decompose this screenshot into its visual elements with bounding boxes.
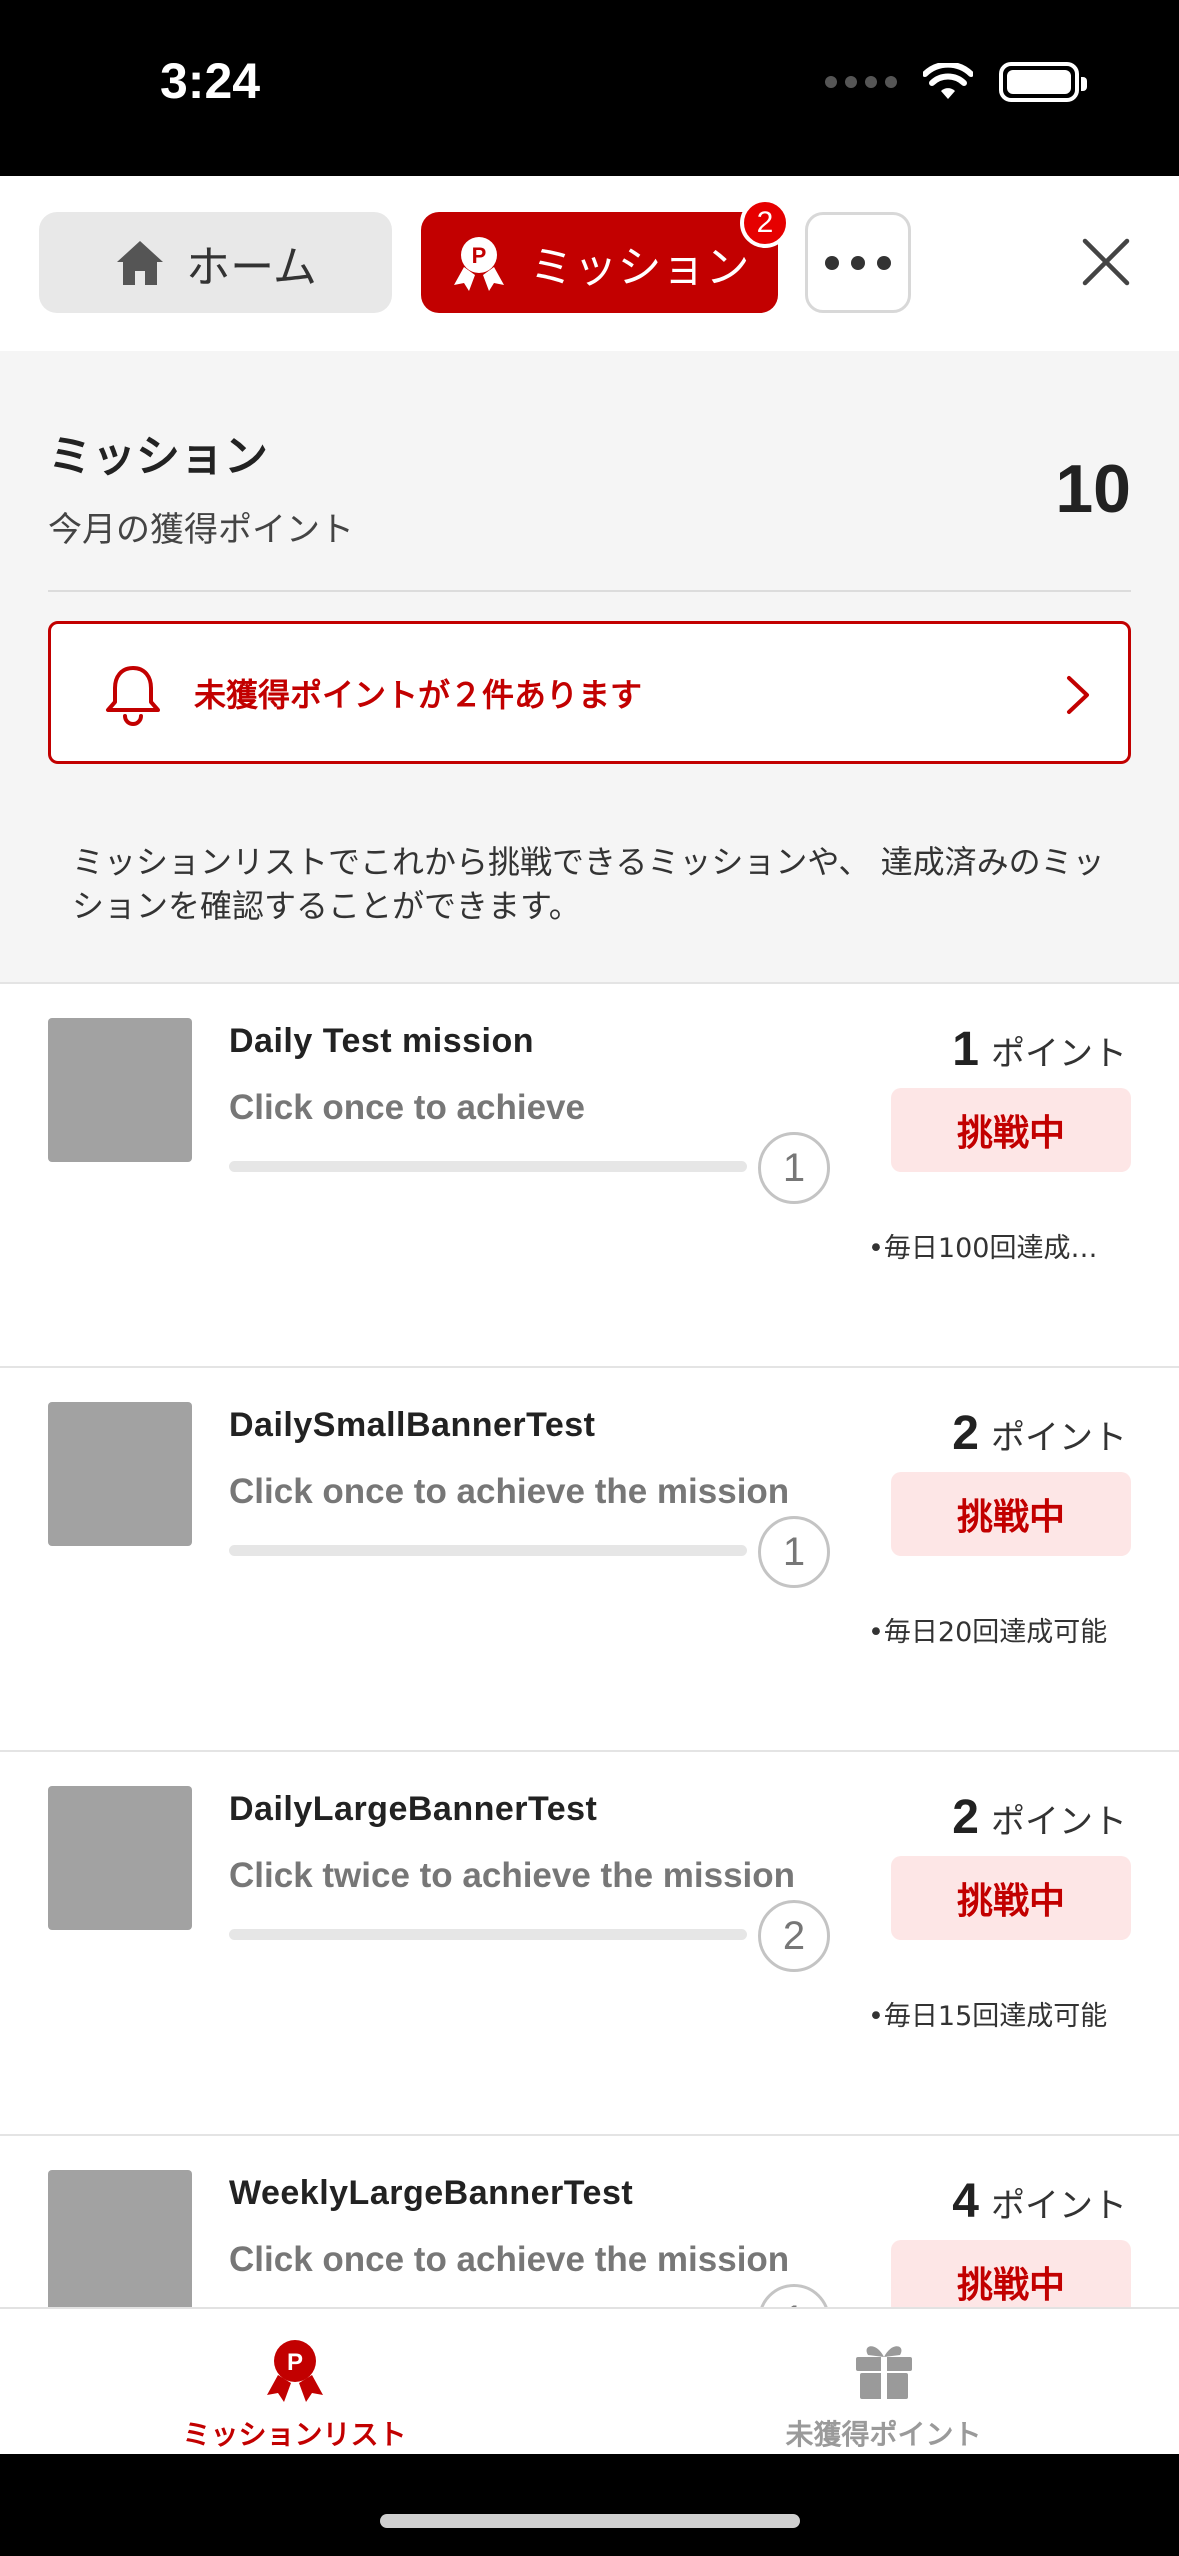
mission-title: WeeklyLargeBannerTest xyxy=(229,2174,634,2212)
mission-list: Daily Test mission Click once to achieve… xyxy=(0,982,1179,2454)
mission-title: Daily Test mission xyxy=(229,1022,535,1060)
mission-count-badge: 2 xyxy=(740,198,790,248)
mission-limit-text: •毎日15回達成可能 xyxy=(868,2001,1108,2032)
mission-medal-icon: P xyxy=(266,2340,323,2402)
mission-item[interactable]: Daily Test mission Click once to achieve… xyxy=(0,984,1179,1368)
mission-status-badge: 挑戦中 xyxy=(891,1856,1131,1940)
page-title: ミッション xyxy=(48,431,268,482)
mission-description: Click once to achieve xyxy=(229,1088,585,1127)
mission-thumbnail xyxy=(48,1018,192,1162)
unclaimed-points-alert[interactable]: 未獲得ポイントが２件あります xyxy=(48,621,1131,764)
status-bar: 3:24 xyxy=(0,0,1179,176)
mission-points-unit: ポイント xyxy=(991,1418,1127,1458)
svg-text:P: P xyxy=(471,243,486,268)
alert-text: 未獲得ポイントが２件あります xyxy=(194,676,643,714)
mission-description: Click once to achieve the mission xyxy=(229,2240,790,2279)
mission-thumbnail xyxy=(48,1402,192,1546)
mission-description: Click twice to achieve the mission xyxy=(229,1856,796,1895)
more-dot xyxy=(851,255,865,270)
mission-thumbnail xyxy=(48,2170,192,2314)
status-time: 3:24 xyxy=(160,53,261,109)
svg-text:P: P xyxy=(286,2349,302,2376)
mission-points-value: 2 xyxy=(952,1791,979,1844)
top-nav: ホーム P ミッション 2 xyxy=(0,176,1179,351)
chevron-right-icon xyxy=(1067,676,1089,714)
points-summary: ミッション 今月の獲得ポイント 10 xyxy=(48,420,1131,551)
gift-icon xyxy=(855,2346,912,2399)
mission-points: 1 ポイント xyxy=(952,1022,1127,1077)
bell-icon xyxy=(106,666,160,726)
mission-description: Click once to achieve the mission xyxy=(229,1472,790,1511)
mission-points-value: 4 xyxy=(952,2175,979,2228)
battery-icon xyxy=(999,62,1087,102)
cellular-signal-icon xyxy=(825,76,897,88)
mission-points-unit: ポイント xyxy=(991,1034,1127,1074)
mission-limit-text: •毎日20回達成可能 xyxy=(868,1617,1108,1648)
home-indicator xyxy=(380,2514,800,2528)
mission-count-circle: 2 xyxy=(758,1900,830,1972)
more-button[interactable] xyxy=(805,212,911,313)
mission-points: 4 ポイント xyxy=(952,2174,1127,2229)
mission-thumbnail xyxy=(48,1786,192,1930)
mission-progress-bar xyxy=(229,1545,747,1556)
mission-item[interactable]: DailySmallBannerTest Click once to achie… xyxy=(0,1368,1179,1752)
mission-points-value: 2 xyxy=(952,1407,979,1460)
tab-mission-label: ミッション xyxy=(529,241,750,293)
mission-title: DailyLargeBannerTest xyxy=(229,1790,598,1828)
mission-status-badge: 挑戦中 xyxy=(891,1088,1131,1172)
mission-points: 2 ポイント xyxy=(952,1790,1127,1845)
more-dot xyxy=(825,255,839,270)
app: ホーム P ミッション 2 ミッション 今月の獲得ポイント 10 未獲得ポイント… xyxy=(0,176,1179,2454)
mission-limit-text: •毎日100回達成… xyxy=(868,1233,1098,1264)
mission-medal-icon: P xyxy=(453,236,504,291)
monthly-points-value: 10 xyxy=(1055,451,1131,527)
tab-unclaimed-points-label: 未獲得ポイント xyxy=(785,2418,982,2451)
wifi-icon xyxy=(923,63,973,99)
mission-points-value: 1 xyxy=(952,1023,979,1076)
bottom-tab-bar: P ミッションリスト 未獲得ポイント xyxy=(0,2307,1179,2454)
divider xyxy=(48,590,1131,592)
mission-progress-bar xyxy=(229,1161,747,1172)
more-dot xyxy=(877,255,891,270)
home-icon xyxy=(117,240,164,285)
mission-list-description: ミッションリストでこれから挑戦できるミッションや、 達成済みのミッションを確認す… xyxy=(72,843,1105,925)
close-icon[interactable] xyxy=(1075,231,1137,293)
mission-points-unit: ポイント xyxy=(991,1802,1127,1842)
mission-points-unit: ポイント xyxy=(991,2186,1127,2226)
tab-mission-list-label: ミッションリスト xyxy=(182,2418,407,2451)
tab-home-label: ホーム xyxy=(186,241,317,293)
mission-count-circle: 1 xyxy=(758,1132,830,1204)
mission-title: DailySmallBannerTest xyxy=(229,1406,596,1444)
mission-status-badge: 挑戦中 xyxy=(891,1472,1131,1556)
mission-progress-bar xyxy=(229,1929,747,1940)
tab-mission[interactable]: P ミッション 2 xyxy=(421,198,790,313)
status-icons xyxy=(825,62,1087,102)
mission-item[interactable]: DailyLargeBannerTest Click twice to achi… xyxy=(0,1752,1179,2136)
mission-count-circle: 1 xyxy=(758,1516,830,1588)
mission-points: 2 ポイント xyxy=(952,1406,1127,1461)
monthly-points-label: 今月の獲得ポイント xyxy=(48,510,354,550)
tab-home[interactable]: ホーム xyxy=(39,212,392,313)
tab-unclaimed-points[interactable]: 未獲得ポイント xyxy=(589,2309,1178,2454)
tab-mission-list[interactable]: P ミッションリスト xyxy=(0,2309,589,2454)
